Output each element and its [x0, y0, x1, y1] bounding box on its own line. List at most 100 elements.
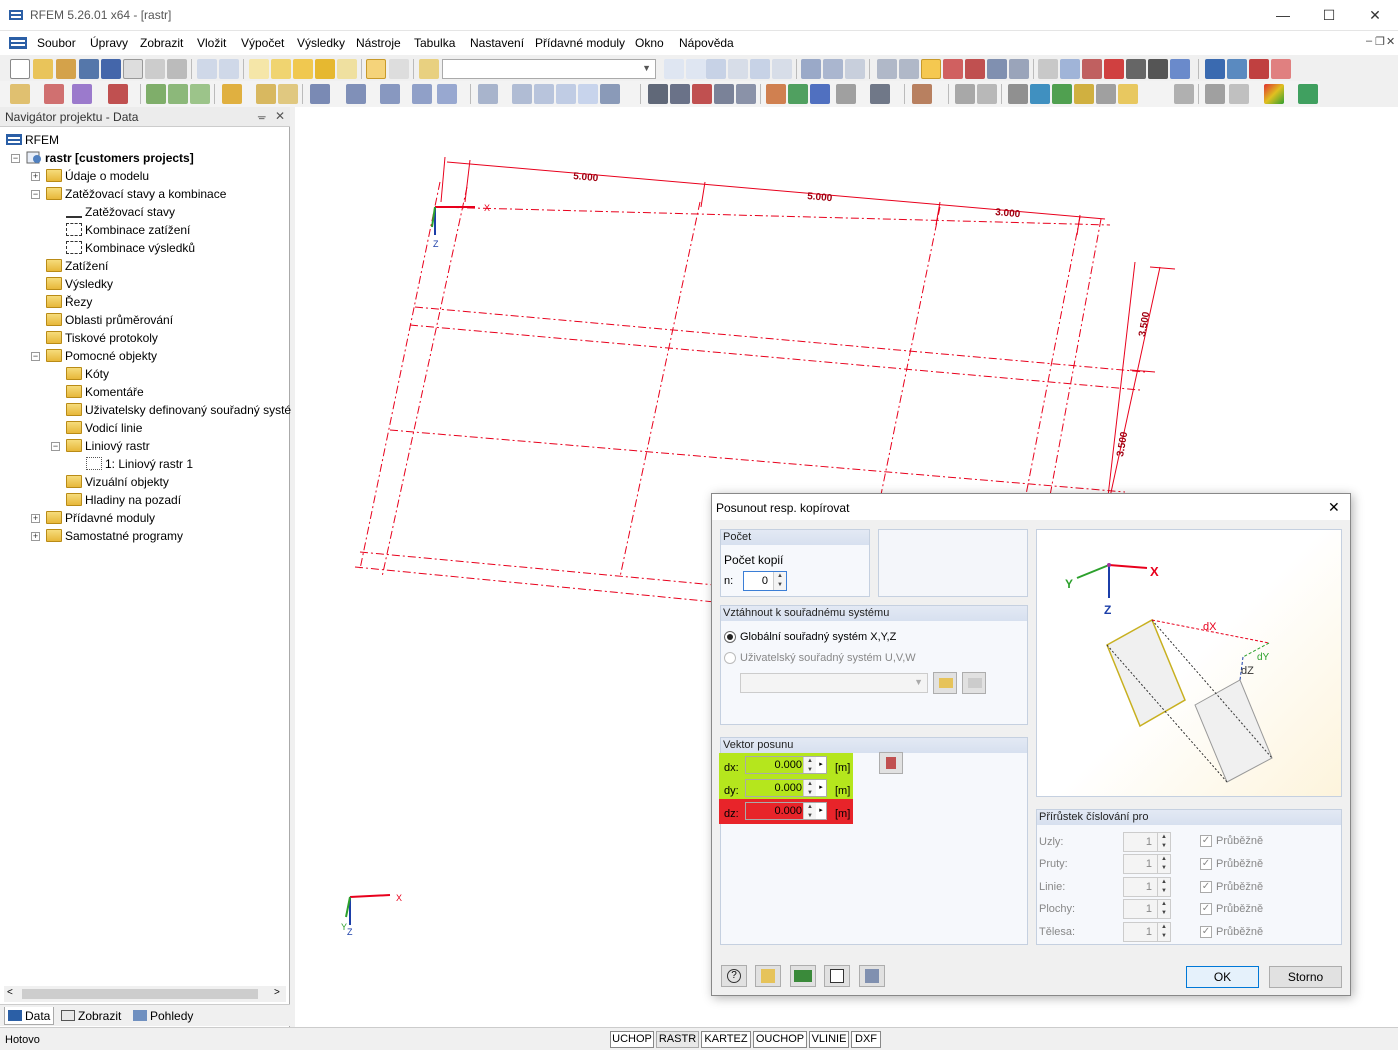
- members-continuous-checkbox[interactable]: ✓: [1200, 858, 1212, 870]
- spinner-icon[interactable]: ▲ ▼: [1157, 923, 1170, 941]
- print-icon[interactable]: [145, 59, 165, 79]
- load-case-select[interactable]: ▼: [442, 59, 656, 79]
- view-x-icon[interactable]: [346, 84, 366, 104]
- menu-tabulka[interactable]: Tabulka: [414, 36, 455, 50]
- tree-item-dimensions[interactable]: Kóty: [66, 365, 109, 383]
- zoom-icon[interactable]: [478, 84, 498, 104]
- color-scale-icon[interactable]: [1264, 84, 1284, 104]
- settings-icon[interactable]: [1229, 84, 1249, 104]
- menu-pridavne-moduly[interactable]: Přídavné moduly: [535, 36, 625, 50]
- nodes-continuous-checkbox[interactable]: ✓: [1200, 835, 1212, 847]
- tree-item-guide-objects[interactable]: Pomocné objekty: [46, 347, 157, 365]
- new-coordinate-system-button[interactable]: [933, 672, 957, 694]
- connect-icon[interactable]: [1082, 59, 1102, 79]
- spinner-icon[interactable]: ▲ ▼: [1157, 900, 1170, 918]
- arrow-right-icon[interactable]: ▸: [816, 803, 826, 819]
- animation-icon[interactable]: [823, 59, 843, 79]
- table-button[interactable]: [824, 965, 850, 987]
- nodal-load-icon[interactable]: [222, 84, 242, 104]
- new-solid-icon[interactable]: [190, 84, 210, 104]
- axis-y-icon[interactable]: [788, 84, 808, 104]
- collapse-icon[interactable]: −: [11, 154, 20, 163]
- section-icon[interactable]: [845, 59, 865, 79]
- menu-okno[interactable]: Okno: [635, 36, 664, 50]
- print-preview-icon[interactable]: [1205, 84, 1225, 104]
- spinner-icon[interactable]: ▲ ▼: [773, 572, 786, 590]
- menu-nastaveni[interactable]: Nastavení: [470, 36, 524, 50]
- mdi-document-icon[interactable]: [8, 35, 28, 51]
- arrow-right-icon[interactable]: ▸: [816, 780, 826, 796]
- spinner-icon[interactable]: ▲ ▼: [803, 757, 816, 773]
- collapse-icon[interactable]: −: [31, 352, 40, 361]
- menu-zobrazit[interactable]: Zobrazit: [140, 36, 183, 50]
- lines-increment-input[interactable]: 1 ▲ ▼: [1123, 877, 1171, 897]
- spinner-icon[interactable]: ▲ ▼: [1157, 833, 1170, 851]
- solids-increment-input[interactable]: 1 ▲ ▼: [1123, 922, 1171, 942]
- expand-icon[interactable]: +: [31, 514, 40, 523]
- navigator-close-button[interactable]: ✕: [275, 109, 285, 123]
- spinner-icon[interactable]: ▲ ▼: [1157, 855, 1170, 873]
- tree-item-averaging-regions[interactable]: Oblasti průměrování: [46, 311, 173, 329]
- dz-input[interactable]: 0.000 ▲ ▼ ▸: [745, 802, 827, 820]
- delete-icon[interactable]: [1104, 59, 1124, 79]
- tree-item-load-cases-combinations[interactable]: Zatěžovací stavy a kombinace: [46, 185, 226, 203]
- expand-icon[interactable]: +: [31, 532, 40, 541]
- dimension-icon[interactable]: [955, 84, 975, 104]
- plane-icon[interactable]: [1030, 84, 1050, 104]
- tree-item-loads[interactable]: Zatížení: [46, 257, 108, 275]
- next-icon[interactable]: [686, 59, 706, 79]
- tree-root[interactable]: RFEM: [6, 131, 59, 149]
- guide-line-icon[interactable]: [1008, 84, 1028, 104]
- surface-load-icon[interactable]: [278, 84, 298, 104]
- tree-item-user-coordinate-systems[interactable]: Uživatelsky definovaný souřadný systé: [66, 401, 291, 419]
- open-icon[interactable]: [33, 59, 53, 79]
- view-button[interactable]: [859, 965, 885, 987]
- collapse-icon[interactable]: −: [51, 442, 60, 451]
- tree-item-load-combinations[interactable]: Kombinace zatížení: [66, 221, 190, 239]
- tree-item-background-layers[interactable]: Hladiny na pozadí: [66, 491, 181, 509]
- tree-item-line-grid-1[interactable]: 1: Liniový rastr 1: [86, 455, 193, 473]
- new-surface-icon[interactable]: [146, 84, 166, 104]
- comment-icon[interactable]: [977, 84, 997, 104]
- dialog-close-button[interactable]: ✕: [1328, 499, 1340, 516]
- divide-icon[interactable]: [1038, 59, 1058, 79]
- surfaces-increment-input[interactable]: 1 ▲ ▼: [1123, 899, 1171, 919]
- axis-x-icon[interactable]: [766, 84, 786, 104]
- results-extremes-icon[interactable]: [772, 59, 792, 79]
- mirror-icon[interactable]: [965, 59, 985, 79]
- invert-selection-icon[interactable]: [736, 84, 756, 104]
- print-graphic-icon[interactable]: [167, 59, 187, 79]
- tree-item-comments[interactable]: Komentáře: [66, 383, 144, 401]
- check-icon[interactable]: [1148, 59, 1168, 79]
- tab-views[interactable]: Pohledy: [130, 1007, 193, 1025]
- axis-options-icon[interactable]: [836, 84, 856, 104]
- tree-item-results[interactable]: Výsledky: [46, 275, 113, 293]
- results-filter-icon[interactable]: [750, 59, 770, 79]
- help-button[interactable]: ?: [721, 965, 747, 987]
- new-line-icon[interactable]: [44, 84, 64, 104]
- radio-global[interactable]: [724, 631, 736, 643]
- new-opening-icon[interactable]: [168, 84, 188, 104]
- color-icon[interactable]: [912, 84, 932, 104]
- edit-button[interactable]: [755, 965, 781, 987]
- maximize-button[interactable]: ☐: [1306, 0, 1352, 30]
- collapse-icon[interactable]: −: [31, 190, 40, 199]
- transparent-icon[interactable]: [1074, 84, 1094, 104]
- scale-icon[interactable]: [1009, 59, 1029, 79]
- menu-napoveda[interactable]: Nápověda: [679, 36, 734, 50]
- tree-item-visual-objects[interactable]: Vizuální objekty: [66, 473, 169, 491]
- zoom-window-icon[interactable]: [534, 84, 554, 104]
- tree-item-standalone-programs[interactable]: Samostatné programy: [46, 527, 183, 545]
- pdf-icon[interactable]: [1249, 59, 1269, 79]
- zoom-all-icon[interactable]: [512, 84, 532, 104]
- menu-vypocet[interactable]: Výpočet: [241, 36, 284, 50]
- hide-icon[interactable]: [315, 59, 335, 79]
- menu-soubor[interactable]: Soubor: [37, 36, 76, 50]
- select-all-icon[interactable]: [714, 84, 734, 104]
- new-member-icon[interactable]: [72, 84, 92, 104]
- export-icon[interactable]: [1205, 59, 1225, 79]
- view-iso-icon[interactable]: [437, 84, 457, 104]
- user-coordinate-select[interactable]: ▼: [740, 673, 928, 693]
- member-load-icon[interactable]: [256, 84, 276, 104]
- spinner-icon[interactable]: ▲ ▼: [803, 780, 816, 796]
